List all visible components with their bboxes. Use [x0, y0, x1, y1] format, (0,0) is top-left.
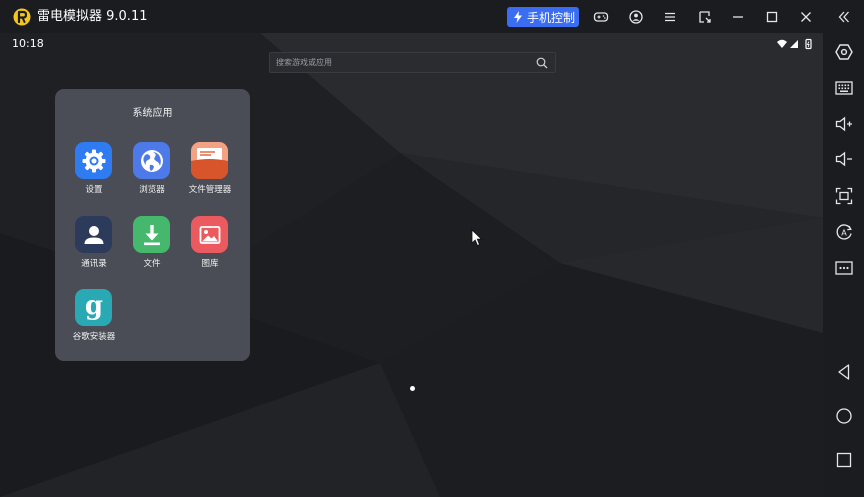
emulator-window: 雷电模拟器 9.0.11 手机控制 10:18 搜索游戏或应用 系统应用 设置 …: [0, 0, 864, 497]
maximize-icon: [766, 11, 778, 23]
lightning-icon: [514, 11, 522, 23]
svg-text:A: A: [841, 229, 847, 238]
app-logo-icon: [13, 8, 31, 26]
maximize-button[interactable]: [762, 7, 782, 27]
back-button[interactable]: [833, 361, 855, 383]
screen-resize-icon: [699, 11, 711, 23]
settings-hexagon-icon: [835, 44, 853, 60]
phone-control-label: 手机控制: [527, 10, 576, 25]
app-contacts[interactable]: 通讯录: [64, 216, 124, 278]
screenshot-icon: [835, 187, 853, 205]
auto-rotate-icon: A: [836, 224, 852, 240]
app-title: 雷电模拟器 9.0.11: [37, 9, 148, 24]
volume-down-button[interactable]: [833, 148, 855, 170]
phone-control-button[interactable]: 手机控制: [507, 7, 579, 27]
search-icon[interactable]: [536, 57, 548, 69]
close-icon: [801, 12, 811, 22]
wifi-icon: [777, 39, 787, 48]
keyboard-button[interactable]: [833, 77, 855, 99]
status-icons: [777, 38, 812, 50]
app-files[interactable]: 文件: [122, 216, 182, 278]
android-screen[interactable]: 10:18 系统应用: [0, 33, 823, 497]
download-icon[interactable]: [133, 216, 170, 253]
keyboard-icon: [835, 81, 853, 95]
auto-rotate-button[interactable]: A: [833, 221, 855, 243]
status-bar: 10:18: [0, 33, 823, 53]
gamepad-button[interactable]: [591, 7, 611, 27]
close-button[interactable]: [796, 7, 816, 27]
search-bar[interactable]: [269, 52, 556, 73]
minimize-icon: [733, 16, 743, 18]
app-settings[interactable]: 设置: [64, 142, 124, 204]
collapse-sidebar-icon: [838, 11, 849, 23]
volume-up-button[interactable]: [833, 113, 855, 135]
recents-button[interactable]: [833, 449, 855, 471]
gallery-image-icon[interactable]: [191, 216, 228, 253]
google-g-icon[interactable]: g: [75, 289, 112, 326]
volume-up-icon: [835, 116, 852, 132]
title-bar: 雷电模拟器 9.0.11 手机控制: [0, 0, 864, 33]
status-clock: 10:18: [12, 37, 44, 50]
user-icon: [629, 10, 643, 24]
app-file-manager[interactable]: 文件管理器: [180, 142, 240, 204]
svg-text:g: g: [84, 293, 102, 321]
gamepad-icon: [593, 12, 609, 22]
collapse-sidebar-button[interactable]: [834, 7, 854, 27]
system-apps-folder: 系统应用 设置 浏览器 文件管理器 通讯录 文件 图库 g 谷歌安装器: [55, 89, 250, 361]
mouse-pointer-icon: [471, 229, 483, 247]
app-label: 谷歌安装器: [72, 332, 116, 342]
app-label: 图库: [201, 259, 219, 269]
menu-icon: [665, 12, 675, 22]
app-browser[interactable]: 浏览器: [122, 142, 182, 204]
volume-down-icon: [835, 151, 852, 167]
back-icon: [838, 364, 850, 380]
signal-icon: [790, 40, 798, 48]
screenshot-button[interactable]: [833, 185, 855, 207]
minimize-button[interactable]: [728, 7, 748, 27]
globe-icon[interactable]: [133, 142, 170, 179]
home-button[interactable]: [833, 405, 855, 427]
battery-icon: [805, 38, 812, 50]
more-icon: [835, 261, 853, 275]
account-button[interactable]: [626, 7, 646, 27]
menu-button[interactable]: [660, 7, 680, 27]
settings-gear-icon[interactable]: [75, 142, 112, 179]
touch-indicator: [410, 386, 415, 391]
search-input[interactable]: [276, 55, 526, 70]
settings-button[interactable]: [833, 41, 855, 63]
folder-title: 系统应用: [132, 108, 173, 119]
recents-icon: [836, 452, 852, 468]
app-google-installer[interactable]: g 谷歌安装器: [64, 289, 124, 351]
screen-resize-button[interactable]: [695, 7, 715, 27]
contact-person-icon[interactable]: [75, 216, 112, 253]
folder-files-icon[interactable]: [191, 142, 228, 179]
app-gallery[interactable]: 图库: [180, 216, 240, 278]
app-label: 文件管理器: [188, 185, 232, 195]
home-icon: [836, 408, 852, 424]
right-toolbar: A: [823, 33, 864, 497]
more-button[interactable]: [833, 257, 855, 279]
